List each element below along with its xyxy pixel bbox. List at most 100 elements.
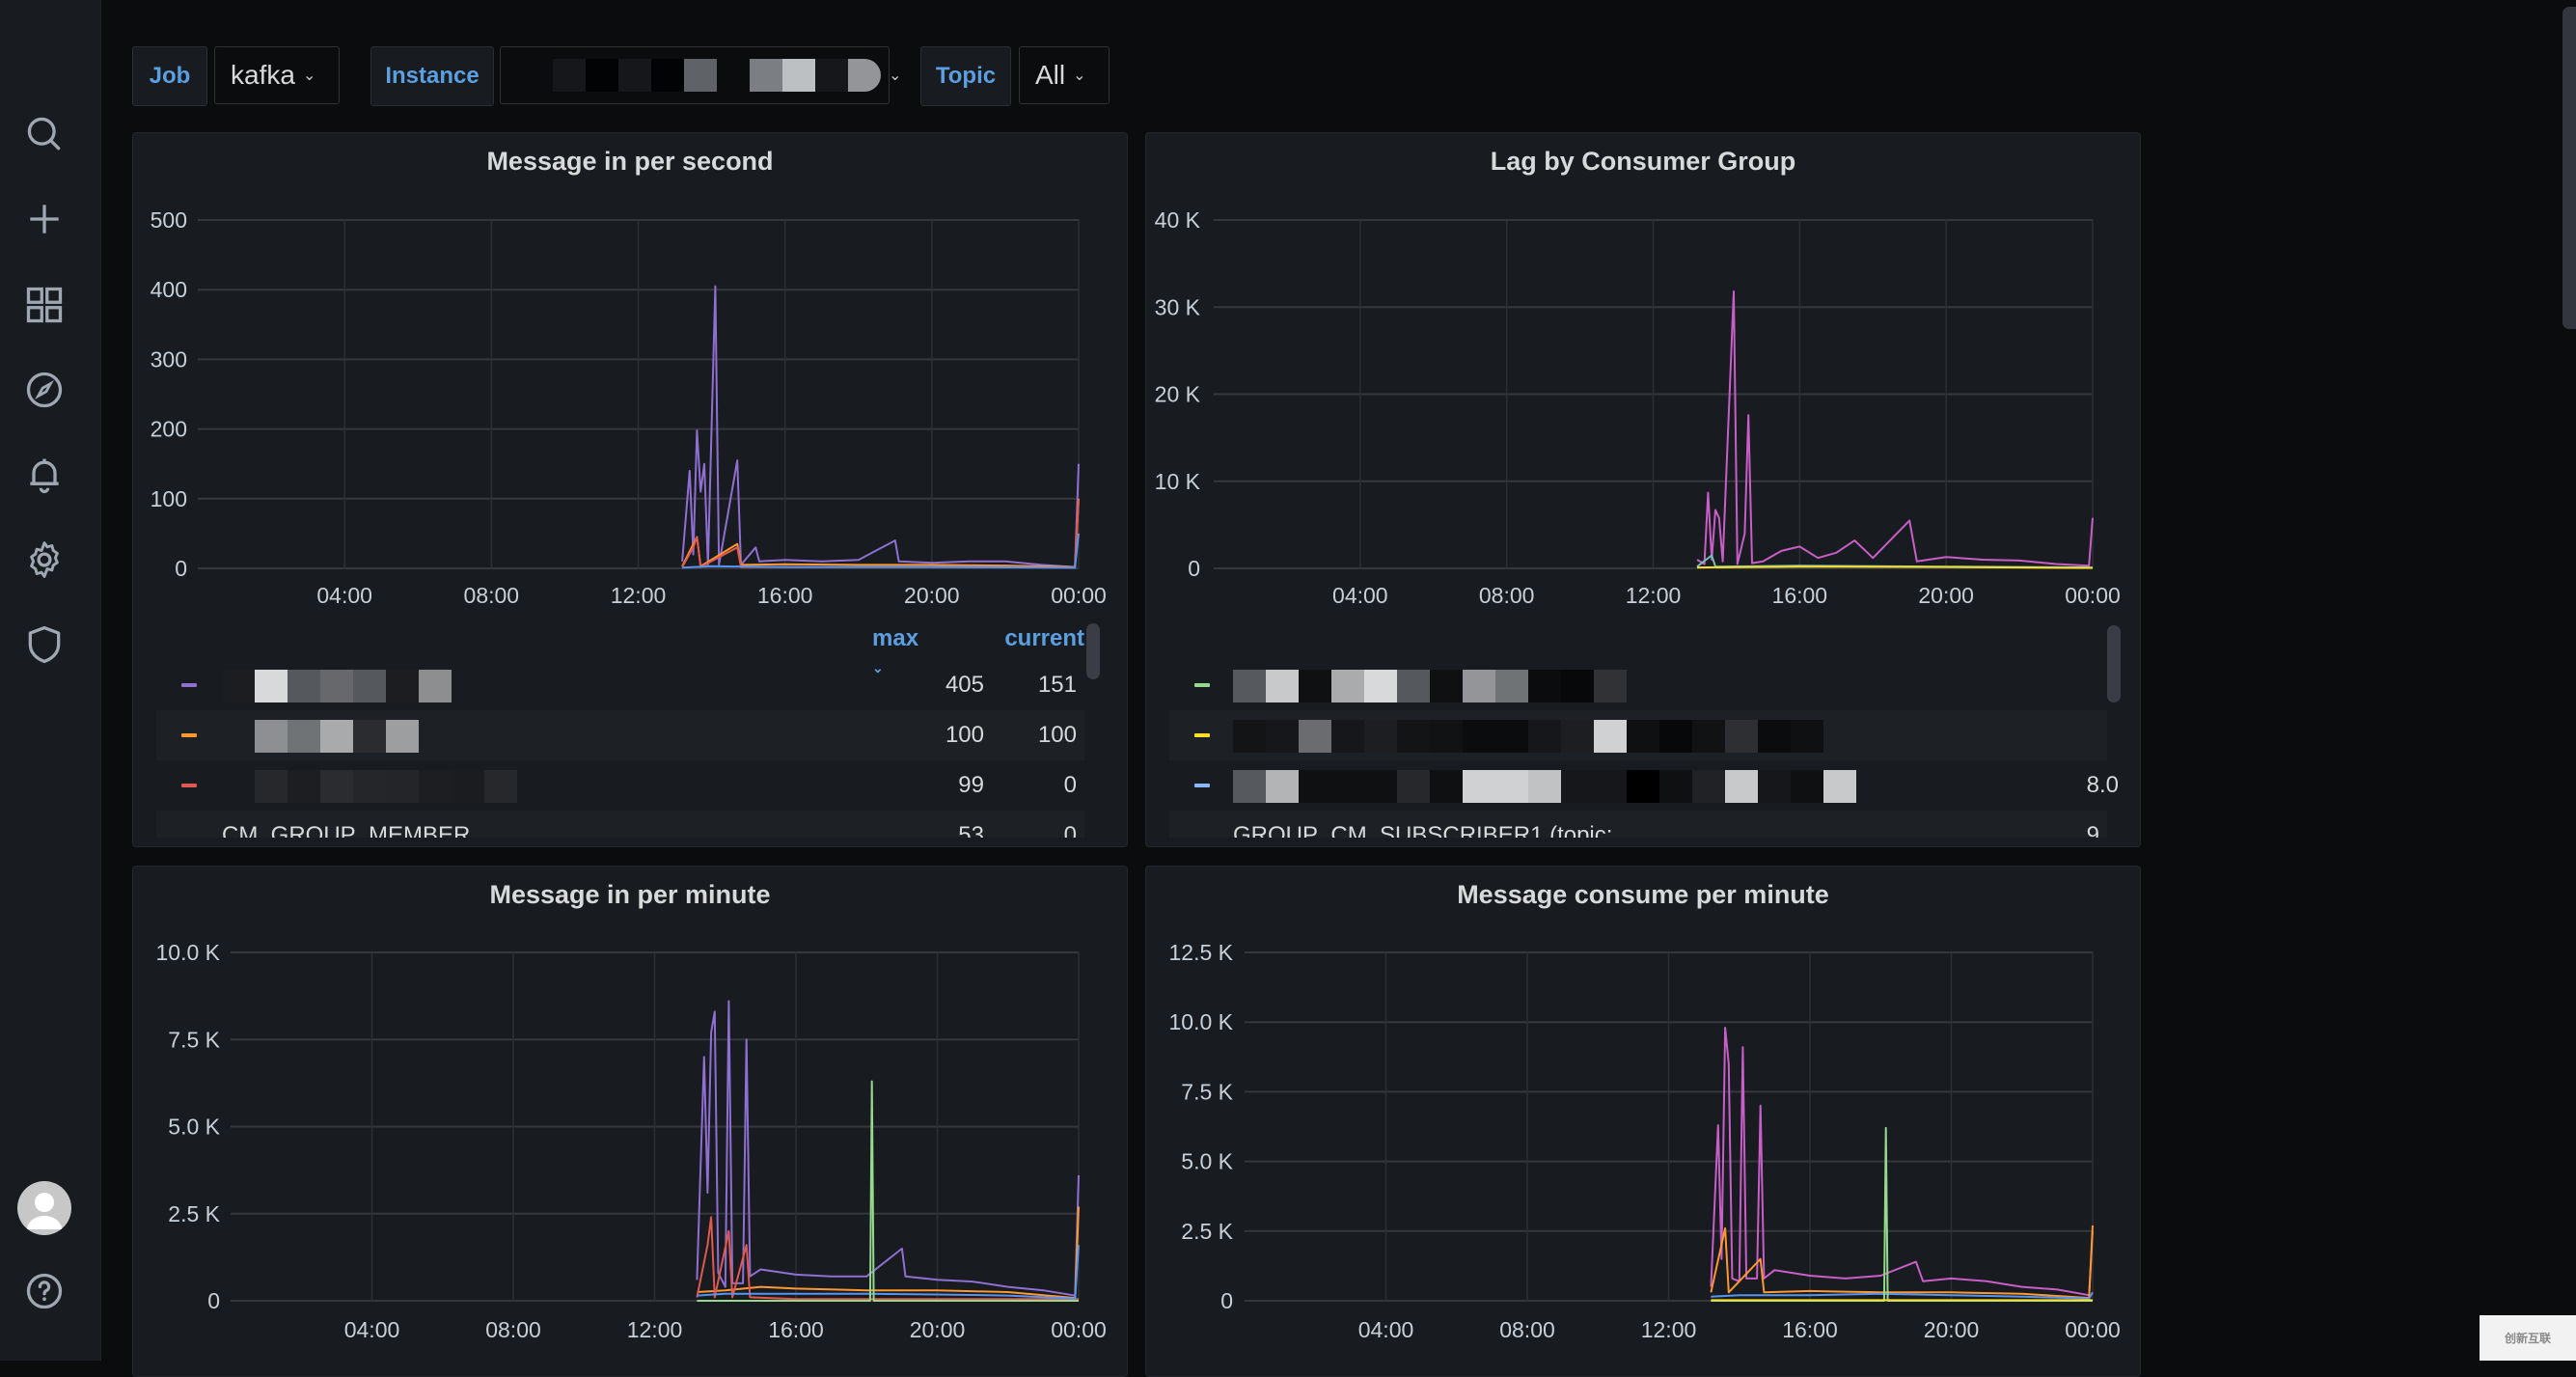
legend-row[interactable]: 8.0 [1169,760,2119,811]
legend-header-current[interactable]: current [1004,625,1084,652]
sidebar-item-alerting[interactable] [21,452,68,498]
y-tick-label: 7.5 K [168,1027,220,1052]
x-tick-label: 00:00 [1051,583,1107,608]
topic-select-value: All [1035,60,1066,90]
legend-row[interactable] [1169,660,2107,710]
legend-max-value: 405 [945,672,984,698]
chevron-down-icon: ⌄ [1073,68,1086,84]
x-tick-label: 20:00 [904,583,960,608]
legend: max ⌄ current 405 151 100 100 99 0 CM_GR… [156,621,1104,838]
y-tick-label: 20 K [1155,382,1201,407]
series-line-series-1 [1696,290,2094,567]
compass-icon [26,372,63,408]
y-tick-label: 30 K [1155,294,1201,319]
series-line-series-1 [696,1000,1080,1297]
y-tick-label: 10.0 K [156,940,221,965]
x-tick-label: 04:00 [344,1317,400,1342]
series-line-series-2 [697,1206,1080,1300]
legend-row[interactable]: 100 100 [156,710,1084,760]
y-tick-label: 40 K [1155,207,1201,233]
x-tick-label: 00:00 [2065,1317,2121,1342]
legend-row[interactable] [1169,710,2107,760]
y-tick-label: 5.0 K [1181,1149,1233,1174]
legend-row[interactable]: CM_GROUP_MEMBER 53 0 [156,811,1084,838]
sidebar-item-dashboards[interactable] [21,282,68,328]
x-tick-label: 12:00 [1626,583,1682,608]
series-color-swatch [181,683,197,687]
series-color-swatch [1194,784,1210,787]
legend-current-value: 151 [1037,672,1077,698]
x-tick-label: 16:00 [1772,583,1828,608]
help-icon [26,1273,63,1309]
legend: 8.0 GROUP_CM_SUBSCRIBER1 (topic: ... 9.5 [1169,621,2140,838]
panel-message-in-per-minute: Message in per minute 0 2.5 K 5.0 K 7.5 K 10… [132,866,1128,1377]
variable-label-job: Job [132,46,207,106]
y-tick-label: 5.0 K [168,1115,220,1140]
legend-row[interactable]: 99 0 [156,760,1084,811]
job-select-value: kafka [231,60,295,90]
series-color-swatch [181,784,197,787]
panel-message-in-per-second: Message in per second 0 100 200 300 400 500 04… [132,132,1128,847]
y-tick-label: 400 [151,277,187,302]
sidebar-item-explore[interactable] [21,367,68,413]
job-select[interactable]: kafka ⌄ [214,46,340,104]
series-line-series-3 [681,499,1080,569]
y-tick-label: 0 [1220,1288,1233,1313]
legend-current-value: 0 [1063,772,1077,798]
legend-series-name-redacted [1233,670,1627,702]
legend-max-value: 53 [958,822,984,838]
series-color-swatch [1194,683,1210,687]
legend-series-name-redacted [222,670,452,702]
x-tick-label: 04:00 [1332,583,1388,608]
x-tick-label: 20:00 [1924,1317,1980,1342]
x-tick-label: 12:00 [1641,1317,1697,1342]
sidebar-item-help[interactable] [21,1268,68,1314]
chevron-down-icon: ⌄ [302,68,316,84]
x-tick-label: 08:00 [464,583,520,608]
y-tick-label: 10.0 K [1169,1009,1234,1034]
page-scrollbar[interactable] [2562,7,2576,329]
legend-max-value: 99 [958,772,984,798]
dashboards-icon [26,287,63,323]
series-color-swatch [1194,733,1210,737]
chart-message-in-per-minute: 0 2.5 K 5.0 K 7.5 K 10.0 K 04:00 08:00 12:00 16:… [156,940,1107,1342]
y-tick-label: 2.5 K [1181,1219,1233,1244]
sidebar-item-create[interactable] [21,196,68,242]
legend-row[interactable]: GROUP_CM_SUBSCRIBER1 (topic: ... 9.5 [1169,811,2107,838]
panel-message-consume-per-minute: Message consume per minute 0 2.5 K 5.0 K 7.… [1145,866,2141,1377]
legend-row[interactable]: 405 151 [156,660,1084,710]
instance-select-value-redacted [520,59,881,92]
y-tick-label: 0 [1188,556,1200,581]
chevron-down-icon: ⌄ [889,68,902,84]
x-tick-label: 20:00 [1918,583,1974,608]
y-tick-label: 7.5 K [1181,1079,1233,1104]
series-line-series-5 [697,1080,1079,1302]
sidebar-item-search[interactable] [21,111,68,157]
sidebar [0,0,101,1361]
legend-series-name: CM_GROUP_MEMBER [222,822,471,838]
x-tick-label: 12:00 [611,583,667,608]
legend-current-value: 8.0 [2086,772,2119,798]
legend-scrollbar[interactable] [2107,625,2121,702]
sidebar-item-configuration[interactable] [21,537,68,583]
legend-current-value: 100 [1037,722,1077,748]
legend-series-name-redacted [255,720,419,753]
sidebar-item-server-admin[interactable] [21,621,68,668]
legend-current-value: 0 [1063,822,1077,838]
x-tick-label: 16:00 [768,1317,824,1342]
legend-scrollbar[interactable] [1086,623,1100,679]
legend-series-name-redacted [1233,770,1856,803]
x-tick-label: 04:00 [1358,1317,1414,1342]
legend-series-name-redacted [255,770,517,803]
x-tick-label: 16:00 [757,583,813,608]
topic-select[interactable]: All ⌄ [1019,46,1110,104]
x-tick-label: 00:00 [2065,583,2121,608]
shield-icon [28,625,61,664]
instance-select[interactable]: ⌄ [500,46,901,104]
chart-lag-by-consumer-group: 0 10 K 20 K 30 K 40 K 04:00 08:00 12:00 16:00 20:… [1155,207,2121,608]
series-color-swatch [181,733,197,737]
y-tick-label: 0 [207,1288,220,1313]
avatar[interactable] [17,1181,71,1235]
legend-current-value: 9.5 [2086,822,2107,838]
x-tick-label: 08:00 [485,1317,541,1342]
